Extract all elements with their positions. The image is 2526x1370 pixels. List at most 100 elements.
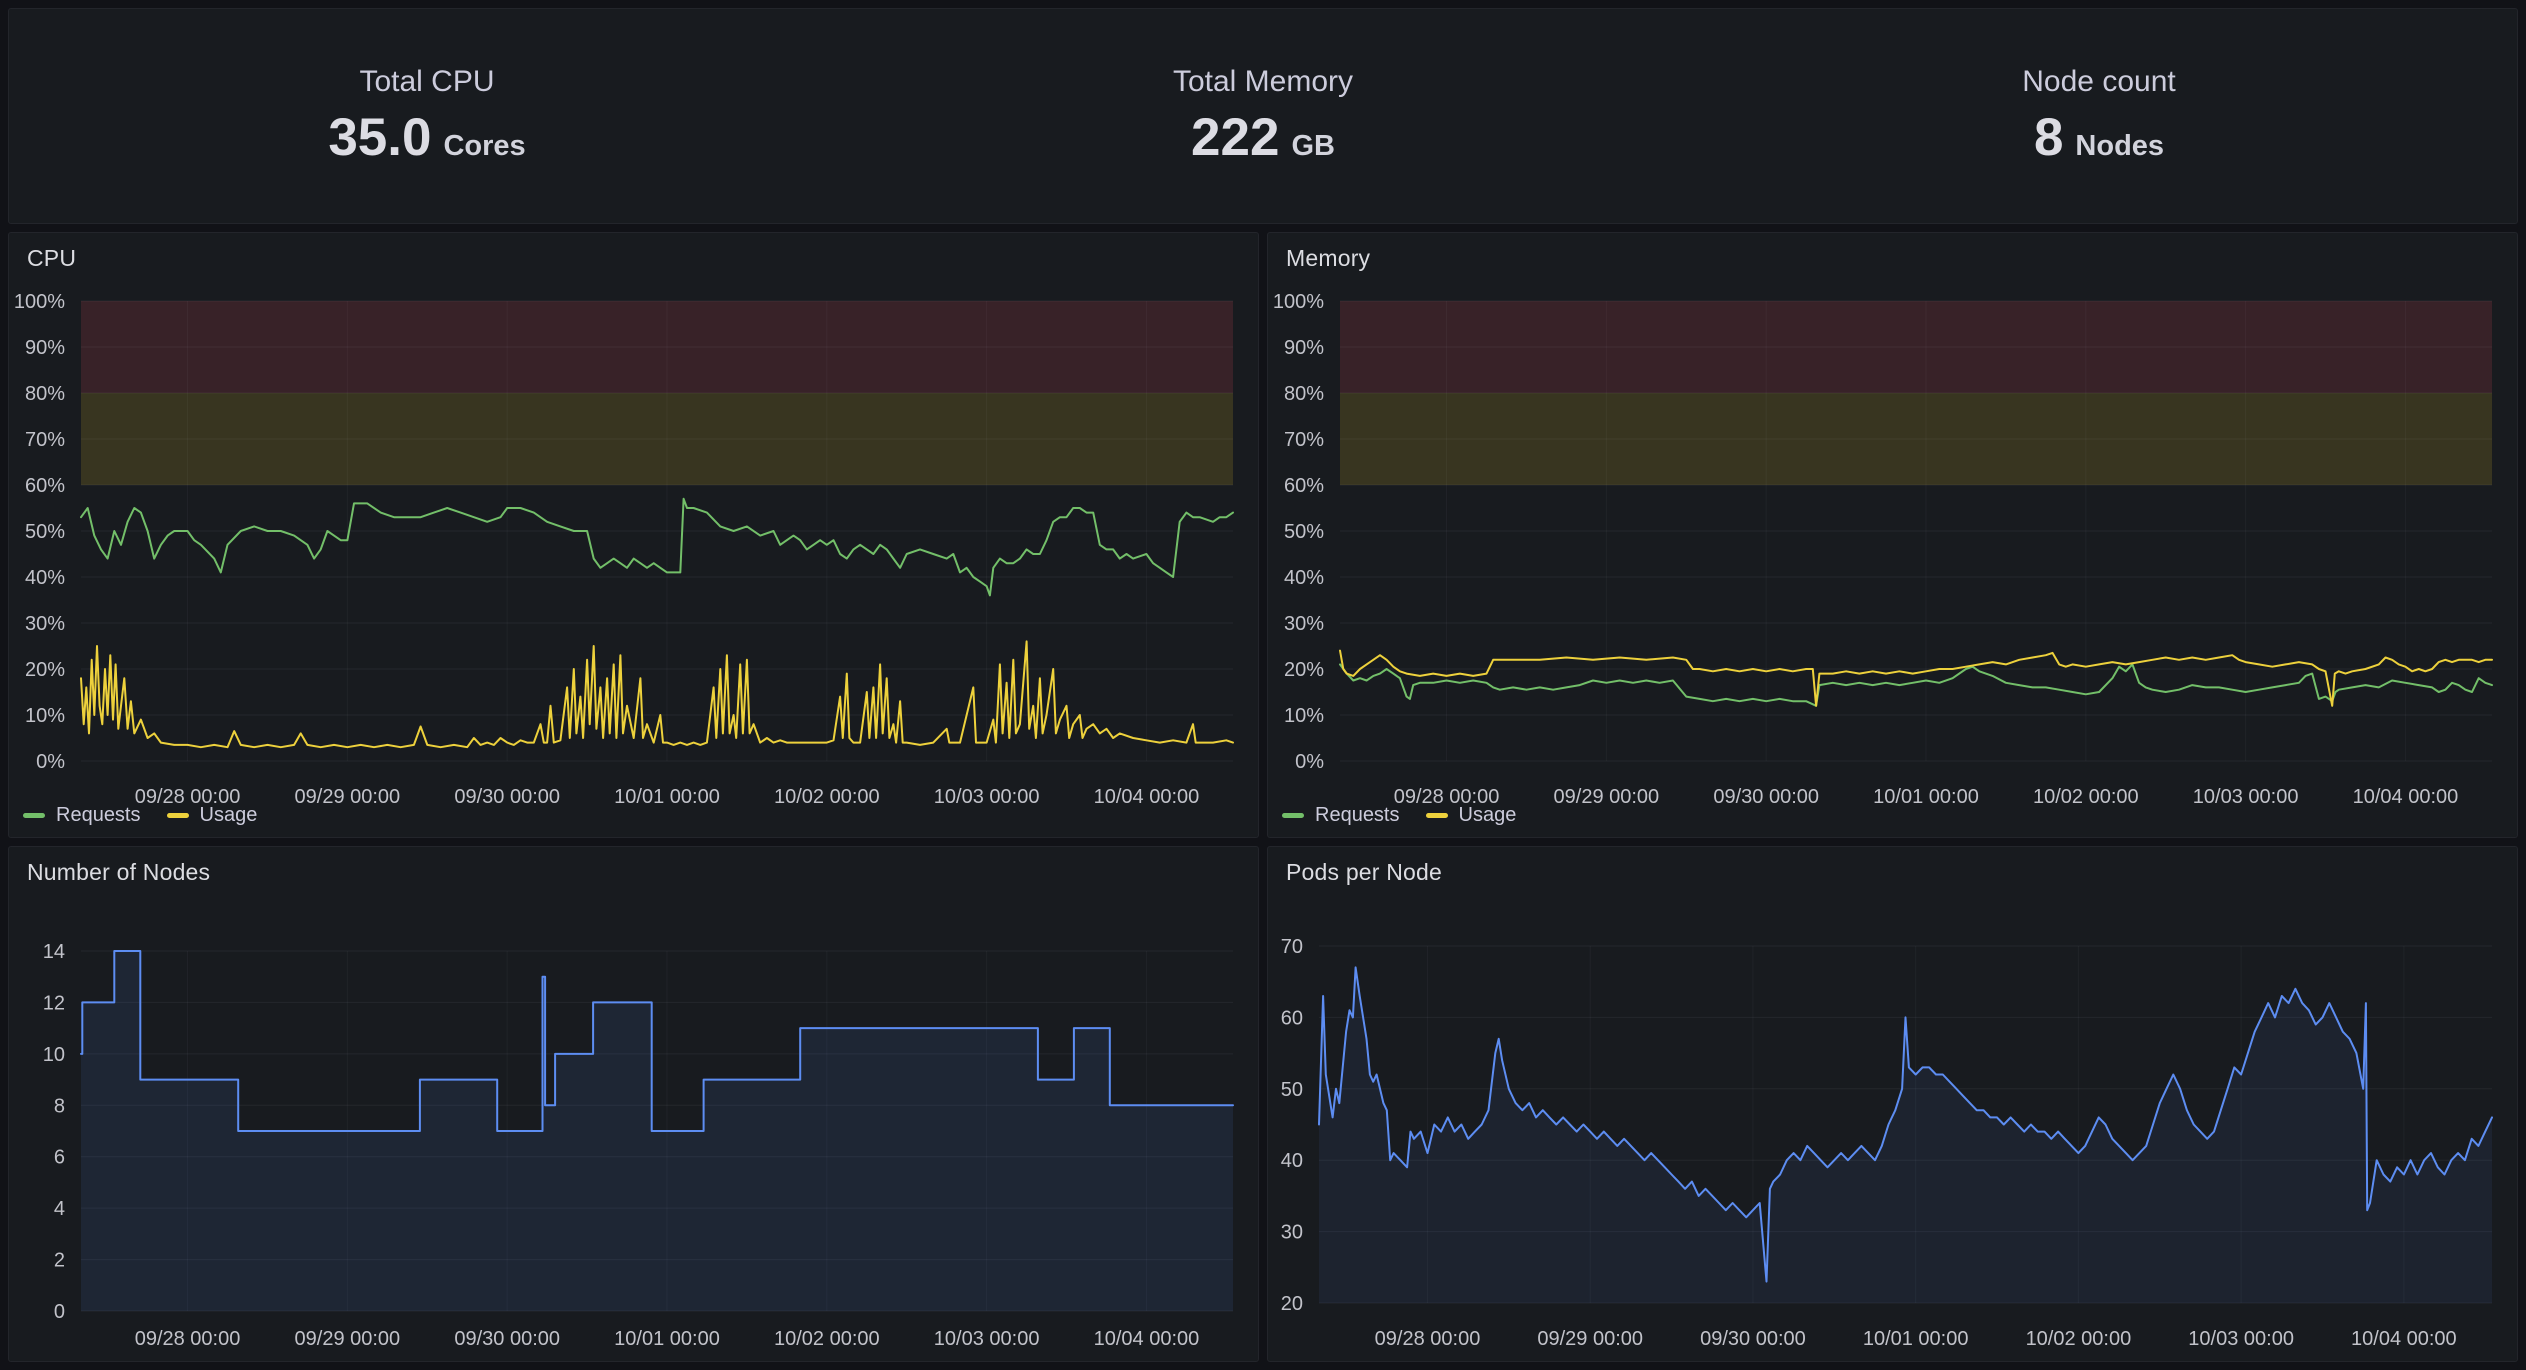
- panel-number-of-nodes-title[interactable]: Number of Nodes: [27, 859, 210, 886]
- y-axis-tick-label: 40: [1281, 1150, 1303, 1172]
- stat-total-memory-value-row: 222 GB: [1191, 107, 1335, 168]
- y-axis-tick-label: 40%: [1284, 567, 1324, 589]
- panel-memory-title[interactable]: Memory: [1286, 245, 1370, 272]
- stats-panel: Total CPU 35.0 Cores Total Memory 222 GB…: [8, 8, 2518, 224]
- x-axis-tick-label: 10/01 00:00: [1873, 786, 1979, 808]
- legend-color-pill-icon: [1282, 813, 1304, 818]
- stat-total-cpu-unit: Cores: [443, 130, 525, 163]
- y-axis-tick-label: 80%: [25, 383, 65, 405]
- x-axis-tick-label: 09/30 00:00: [1700, 1328, 1806, 1350]
- x-axis-tick-label: 09/28 00:00: [1375, 1328, 1481, 1350]
- y-axis-tick-label: 60%: [25, 475, 65, 497]
- legend-item-requests[interactable]: Requests: [23, 804, 141, 827]
- y-axis-tick-label: 8: [54, 1095, 65, 1117]
- y-axis-tick-label: 80%: [1284, 383, 1324, 405]
- y-axis-tick-label: 100%: [1273, 291, 1324, 313]
- legend-label: Usage: [200, 804, 258, 827]
- y-axis-tick-label: 0%: [36, 751, 65, 773]
- stat-total-cpu-value: 35.0: [328, 107, 431, 168]
- stat-total-cpu-value-row: 35.0 Cores: [328, 107, 525, 168]
- panel-pods-per-node-title[interactable]: Pods per Node: [1286, 859, 1442, 886]
- panel-memory: Memory 0%10%20%30%40%50%60%70%80%90%100%…: [1267, 232, 2518, 838]
- x-axis-tick-label: 10/02 00:00: [774, 1328, 880, 1350]
- memory-legend: Requests Usage: [1282, 804, 1516, 827]
- x-axis-tick-label: 10/01 00:00: [614, 786, 720, 808]
- x-axis-tick-label: 10/02 00:00: [774, 786, 880, 808]
- legend-color-pill-icon: [23, 813, 45, 818]
- series-line-requests: [1340, 664, 2492, 705]
- x-axis-tick-label: 09/29 00:00: [1537, 1328, 1643, 1350]
- y-axis-tick-label: 20: [1281, 1293, 1303, 1315]
- y-axis-tick-label: 4: [54, 1198, 65, 1220]
- x-axis-tick-label: 09/30 00:00: [454, 786, 560, 808]
- y-axis-tick-label: 70: [1281, 936, 1303, 958]
- stat-total-memory-label: Total Memory: [1173, 65, 1353, 99]
- panel-cpu-title[interactable]: CPU: [27, 245, 76, 272]
- y-axis-tick-label: 6: [54, 1147, 65, 1169]
- legend-label: Requests: [56, 804, 141, 827]
- memory-plot-area[interactable]: 0%10%20%30%40%50%60%70%80%90%100%09/28 0…: [1268, 233, 2517, 837]
- legend-label: Usage: [1459, 804, 1517, 827]
- stat-node-count: Node count 8 Nodes: [1681, 65, 2517, 168]
- y-axis-tick-label: 0%: [1295, 751, 1324, 773]
- x-axis-tick-label: 10/04 00:00: [1094, 1328, 1200, 1350]
- y-axis-tick-label: 12: [43, 992, 65, 1014]
- cpu-legend: Requests Usage: [23, 804, 257, 827]
- legend-item-usage[interactable]: Usage: [1426, 804, 1517, 827]
- y-axis-tick-label: 10: [43, 1044, 65, 1066]
- panel-pods-per-node: Pods per Node 20 30 40 50 60 70 09/28 00:00 09/…: [1267, 846, 2518, 1362]
- y-axis-tick-label: 20%: [25, 659, 65, 681]
- cpu-chart[interactable]: 0%10%20%30%40%50%60%70%80%90%100%09/28 0…: [9, 233, 1258, 837]
- y-axis-tick-label: 30%: [1284, 613, 1324, 635]
- dashboard: { "colors": { "page_bg": "#111217", "pan…: [0, 0, 2526, 1370]
- pods-per-node-chart[interactable]: 20 30 40 50 60 70 09/28 00:00 09/29 00:00 09/30 …: [1268, 847, 2517, 1361]
- pods-plot-area[interactable]: 20 30 40 50 60 70 09/28 00:00 09/29 00:00 09/30 …: [1268, 847, 2517, 1361]
- x-axis-tick-label: 09/29 00:00: [295, 1328, 401, 1350]
- y-axis-tick-label: 100%: [14, 291, 65, 313]
- legend-label: Requests: [1315, 804, 1400, 827]
- x-axis-tick-label: 10/04 00:00: [2351, 1328, 2457, 1350]
- y-axis-tick-label: 70%: [1284, 429, 1324, 451]
- y-axis-tick-label: 90%: [25, 337, 65, 359]
- x-axis-tick-label: 09/29 00:00: [1554, 786, 1660, 808]
- x-axis-tick-label: 10/03 00:00: [2193, 786, 2299, 808]
- panel-number-of-nodes: Number of Nodes 0 2 4 6 8 10 12 14 09/28 00:00 09…: [8, 846, 1259, 1362]
- y-axis-tick-label: 2: [54, 1250, 65, 1272]
- x-axis-tick-label: 10/04 00:00: [1094, 786, 1200, 808]
- x-axis-tick-label: 09/28 00:00: [135, 1328, 241, 1350]
- y-axis-tick-label: 0: [54, 1301, 65, 1323]
- legend-item-usage[interactable]: Usage: [167, 804, 258, 827]
- x-axis-tick-label: 10/01 00:00: [1863, 1328, 1969, 1350]
- stats-row: Total CPU 35.0 Cores Total Memory 222 GB…: [9, 9, 2517, 223]
- memory-chart[interactable]: 0%10%20%30%40%50%60%70%80%90%100%09/28 0…: [1268, 233, 2517, 837]
- legend-color-pill-icon: [167, 813, 189, 818]
- stat-node-count-label: Node count: [2022, 65, 2175, 99]
- y-axis-tick-label: 90%: [1284, 337, 1324, 359]
- stat-node-count-unit: Nodes: [2075, 130, 2164, 163]
- legend-color-pill-icon: [1426, 813, 1448, 818]
- x-axis-tick-label: 10/02 00:00: [2033, 786, 2139, 808]
- x-axis-tick-label: 09/30 00:00: [1713, 786, 1819, 808]
- panel-cpu: CPU 0%10%20%30%40%50%60%70%80%90%100%09/…: [8, 232, 1259, 838]
- stat-total-memory: Total Memory 222 GB: [845, 65, 1681, 168]
- x-axis-tick-label: 10/03 00:00: [934, 786, 1040, 808]
- y-axis-tick-label: 10%: [1284, 705, 1324, 727]
- y-axis-tick-label: 60: [1281, 1007, 1303, 1029]
- x-axis-tick-label: 10/03 00:00: [2188, 1328, 2294, 1350]
- x-axis-tick-label: 09/30 00:00: [454, 1328, 560, 1350]
- y-axis-tick-label: 30: [1281, 1222, 1303, 1244]
- x-axis-tick-label: 10/02 00:00: [2026, 1328, 2132, 1350]
- stat-total-cpu: Total CPU 35.0 Cores: [9, 65, 845, 168]
- stat-node-count-value: 8: [2034, 107, 2063, 168]
- y-axis-tick-label: 60%: [1284, 475, 1324, 497]
- stat-node-count-value-row: 8 Nodes: [2034, 107, 2164, 168]
- y-axis-tick-label: 40%: [25, 567, 65, 589]
- cpu-plot-area[interactable]: 0%10%20%30%40%50%60%70%80%90%100%09/28 0…: [9, 233, 1258, 837]
- series-line-usage: [81, 641, 1233, 747]
- legend-item-requests[interactable]: Requests: [1282, 804, 1400, 827]
- x-axis-tick-label: 10/04 00:00: [2353, 786, 2459, 808]
- y-axis-tick-label: 50: [1281, 1079, 1303, 1101]
- y-axis-tick-label: 14: [43, 941, 65, 963]
- nodes-plot-area[interactable]: 0 2 4 6 8 10 12 14 09/28 00:00 09/29 00:00 09/30 0…: [9, 847, 1258, 1361]
- number-of-nodes-chart[interactable]: 0 2 4 6 8 10 12 14 09/28 00:00 09/29 00:00 09/30 0…: [9, 847, 1258, 1361]
